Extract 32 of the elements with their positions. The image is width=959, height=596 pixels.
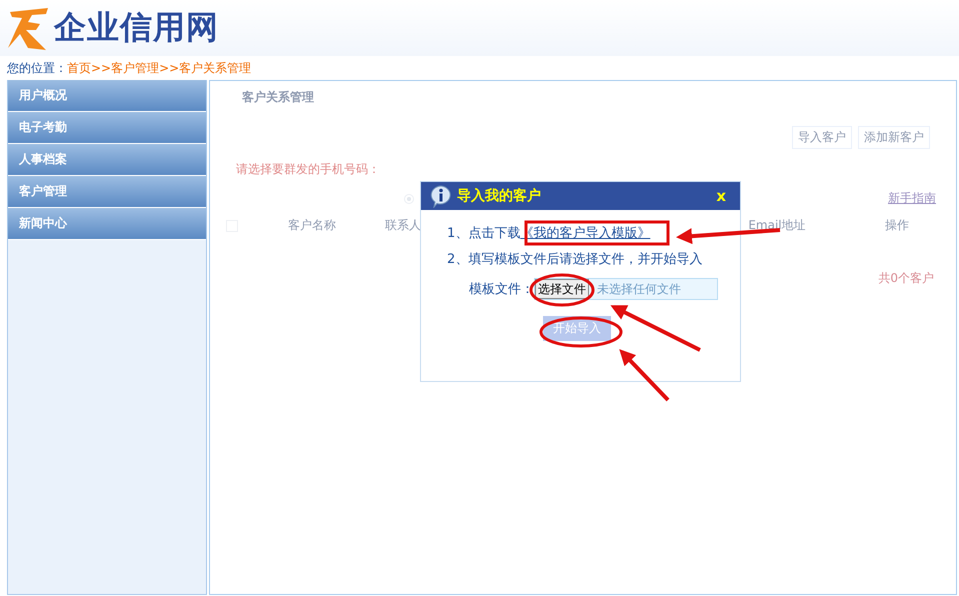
- column-header: 操作: [884, 217, 910, 234]
- sidebar-item[interactable]: 新闻中心: [8, 208, 206, 240]
- template-download-link[interactable]: 《我的客户导入模版》: [520, 224, 650, 242]
- highlight-ellipse: [530, 274, 594, 306]
- dialog-title: 导入我的客户: [457, 187, 541, 205]
- sidebar-item[interactable]: 电子考勤: [8, 112, 206, 144]
- customer-count: 共0个客户: [878, 270, 934, 287]
- guide-link[interactable]: 新手指南: [888, 190, 936, 207]
- toolbar-button[interactable]: 添加新客户: [858, 126, 930, 149]
- column-header: 客户名称: [287, 217, 337, 234]
- column-header: 联系人: [384, 217, 422, 234]
- file-status-text: 未选择任何文件: [597, 280, 681, 298]
- column-header: Email地址: [747, 217, 807, 234]
- step-text: 1、点击下载: [447, 225, 520, 242]
- toolbar-button[interactable]: 导入客户: [792, 126, 852, 149]
- file-input-field[interactable]: 选择文件 未选择任何文件: [534, 278, 718, 300]
- close-button[interactable]: x: [716, 187, 726, 205]
- prompt-text: 请选择要群发的手机号码：: [235, 161, 381, 178]
- logo-text: 企业信用网: [54, 7, 219, 48]
- radio-button[interactable]: [404, 194, 414, 204]
- section-title: 客户关系管理: [241, 89, 315, 106]
- breadcrumb-link[interactable]: >>客户关系管理: [159, 60, 252, 76]
- info-icon: [429, 184, 453, 208]
- breadcrumb-link[interactable]: >>客户管理: [91, 60, 160, 76]
- breadcrumb-link[interactable]: 首页: [67, 60, 91, 76]
- sidebar-item[interactable]: 用户概况: [8, 80, 206, 112]
- field-label: 模板文件：: [469, 281, 534, 298]
- choose-file-button[interactable]: 选择文件: [535, 279, 589, 299]
- breadcrumb-label: 您的位置：: [7, 60, 67, 76]
- step-text: 2、填写模板文件后请选择文件，并开始导入: [447, 251, 702, 268]
- sidebar-item[interactable]: 人事档案: [8, 144, 206, 176]
- sidebar-item[interactable]: 客户管理: [8, 176, 206, 208]
